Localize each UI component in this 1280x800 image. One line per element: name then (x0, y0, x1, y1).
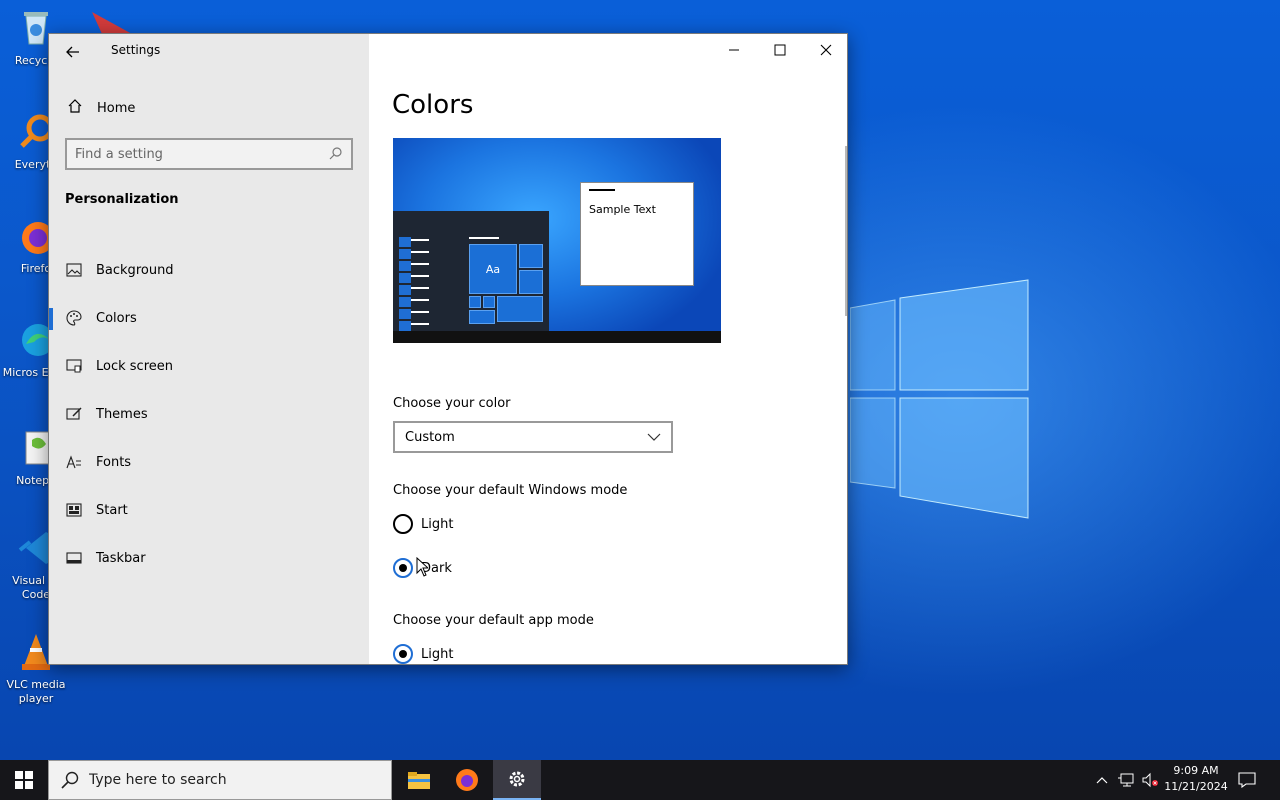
radio-circle (393, 514, 413, 534)
mouse-cursor-icon (416, 557, 428, 577)
minimize-icon (729, 49, 739, 51)
find-setting-input[interactable] (75, 146, 329, 162)
nav-item-fonts[interactable]: Fonts (49, 438, 369, 486)
taskbar-search-input[interactable] (89, 772, 369, 788)
taskbar-icon (65, 549, 83, 567)
nav-item-label: Fonts (96, 454, 132, 470)
show-hidden-icons-button[interactable] (1094, 770, 1110, 790)
nav-item-label: Colors (96, 310, 137, 326)
radio-circle (393, 644, 413, 664)
nav-home-label: Home (97, 100, 136, 116)
preview-tile: Aa (469, 244, 517, 294)
notification-icon (1238, 772, 1256, 788)
nav-item-label: Themes (96, 406, 148, 422)
search-icon (329, 146, 343, 163)
back-arrow-icon (66, 46, 79, 58)
close-icon (820, 44, 832, 56)
nav-list: Background Colors Lock screen Themes Fon… (49, 246, 369, 582)
network-tray-button[interactable] (1116, 770, 1136, 790)
back-button[interactable] (61, 40, 85, 64)
nav-item-label: Lock screen (96, 358, 173, 374)
maximize-icon (774, 44, 786, 56)
windows-logo-wallpaper (850, 279, 1029, 519)
start-icon (65, 501, 83, 519)
nav-home[interactable]: Home (65, 96, 135, 120)
brush-icon (65, 405, 83, 423)
desktop-icon-label: VLC media player (6, 678, 66, 705)
preview-start-menu: Aa (393, 211, 549, 331)
windows-mode-light-radio[interactable]: Light (393, 513, 453, 535)
nav-item-themes[interactable]: Themes (49, 390, 369, 438)
nav-item-colors[interactable]: Colors (49, 294, 369, 342)
windows-start-icon (15, 771, 33, 789)
taskbar-clock[interactable]: 9:09 AM 11/21/2024 (1160, 763, 1232, 795)
nav-item-label: Start (96, 502, 128, 518)
window-title: Settings (111, 43, 161, 57)
image-icon (65, 261, 83, 279)
windows-mode-label: Choose your default Windows mode (393, 483, 628, 498)
radio-circle (393, 558, 413, 578)
nav-item-lock-screen[interactable]: Lock screen (49, 342, 369, 390)
chevron-up-icon (1096, 777, 1108, 784)
taskbar-app-file-explorer[interactable] (395, 760, 443, 800)
page-title: Colors (392, 90, 474, 120)
choose-color-value: Custom (405, 429, 455, 445)
content-scrollbar[interactable] (845, 146, 847, 316)
volume-muted-icon (1142, 772, 1158, 788)
nav-item-taskbar[interactable]: Taskbar (49, 534, 369, 582)
nav-item-label: Taskbar (96, 550, 146, 566)
settings-gear-icon (509, 771, 525, 787)
nav-item-label: Background (96, 262, 174, 278)
taskbar: 9:09 AM 11/21/2024 (0, 760, 1280, 800)
color-preview: Aa Sample Text (393, 138, 721, 343)
clock-date: 11/21/2024 (1164, 780, 1228, 793)
close-button[interactable] (803, 34, 847, 66)
app-mode-light-radio[interactable]: Light (393, 643, 454, 664)
arrow-decoration-icon (92, 12, 132, 34)
taskbar-app-settings[interactable] (493, 760, 541, 800)
palette-icon (65, 309, 83, 327)
radio-label: Light (421, 516, 454, 532)
firefox-icon (456, 769, 478, 791)
file-explorer-icon (408, 772, 430, 789)
lock-screen-icon (65, 357, 83, 375)
section-title: Personalization (65, 192, 179, 207)
start-button[interactable] (0, 760, 48, 800)
minimize-button[interactable] (711, 34, 757, 66)
taskbar-app-firefox[interactable] (443, 760, 491, 800)
find-setting-search[interactable] (65, 138, 353, 170)
font-icon (65, 453, 83, 471)
network-icon (1118, 773, 1134, 787)
clock-time: 9:09 AM (1173, 764, 1219, 777)
volume-tray-button[interactable] (1140, 770, 1160, 790)
choose-color-label: Choose your color (393, 396, 511, 411)
settings-window: Settings Home Personalization Background (48, 33, 848, 665)
maximize-button[interactable] (757, 34, 803, 66)
home-icon (65, 98, 85, 118)
choose-color-dropdown[interactable]: Custom (393, 421, 673, 453)
chevron-down-icon (647, 430, 661, 444)
taskbar-search[interactable] (48, 760, 392, 800)
nav-pane: Settings Home Personalization Background (49, 34, 369, 664)
action-center-button[interactable] (1236, 770, 1258, 790)
preview-taskbar (393, 331, 721, 343)
nav-item-start[interactable]: Start (49, 486, 369, 534)
radio-label: Light (421, 646, 454, 662)
preview-window: Sample Text (580, 182, 694, 286)
app-mode-label: Choose your default app mode (393, 613, 594, 628)
nav-item-background[interactable]: Background (49, 246, 369, 294)
content-pane: Colors Aa Sample Text Choose your color … (369, 34, 847, 664)
preview-sample-text: Sample Text (589, 203, 656, 216)
search-icon (61, 771, 79, 789)
